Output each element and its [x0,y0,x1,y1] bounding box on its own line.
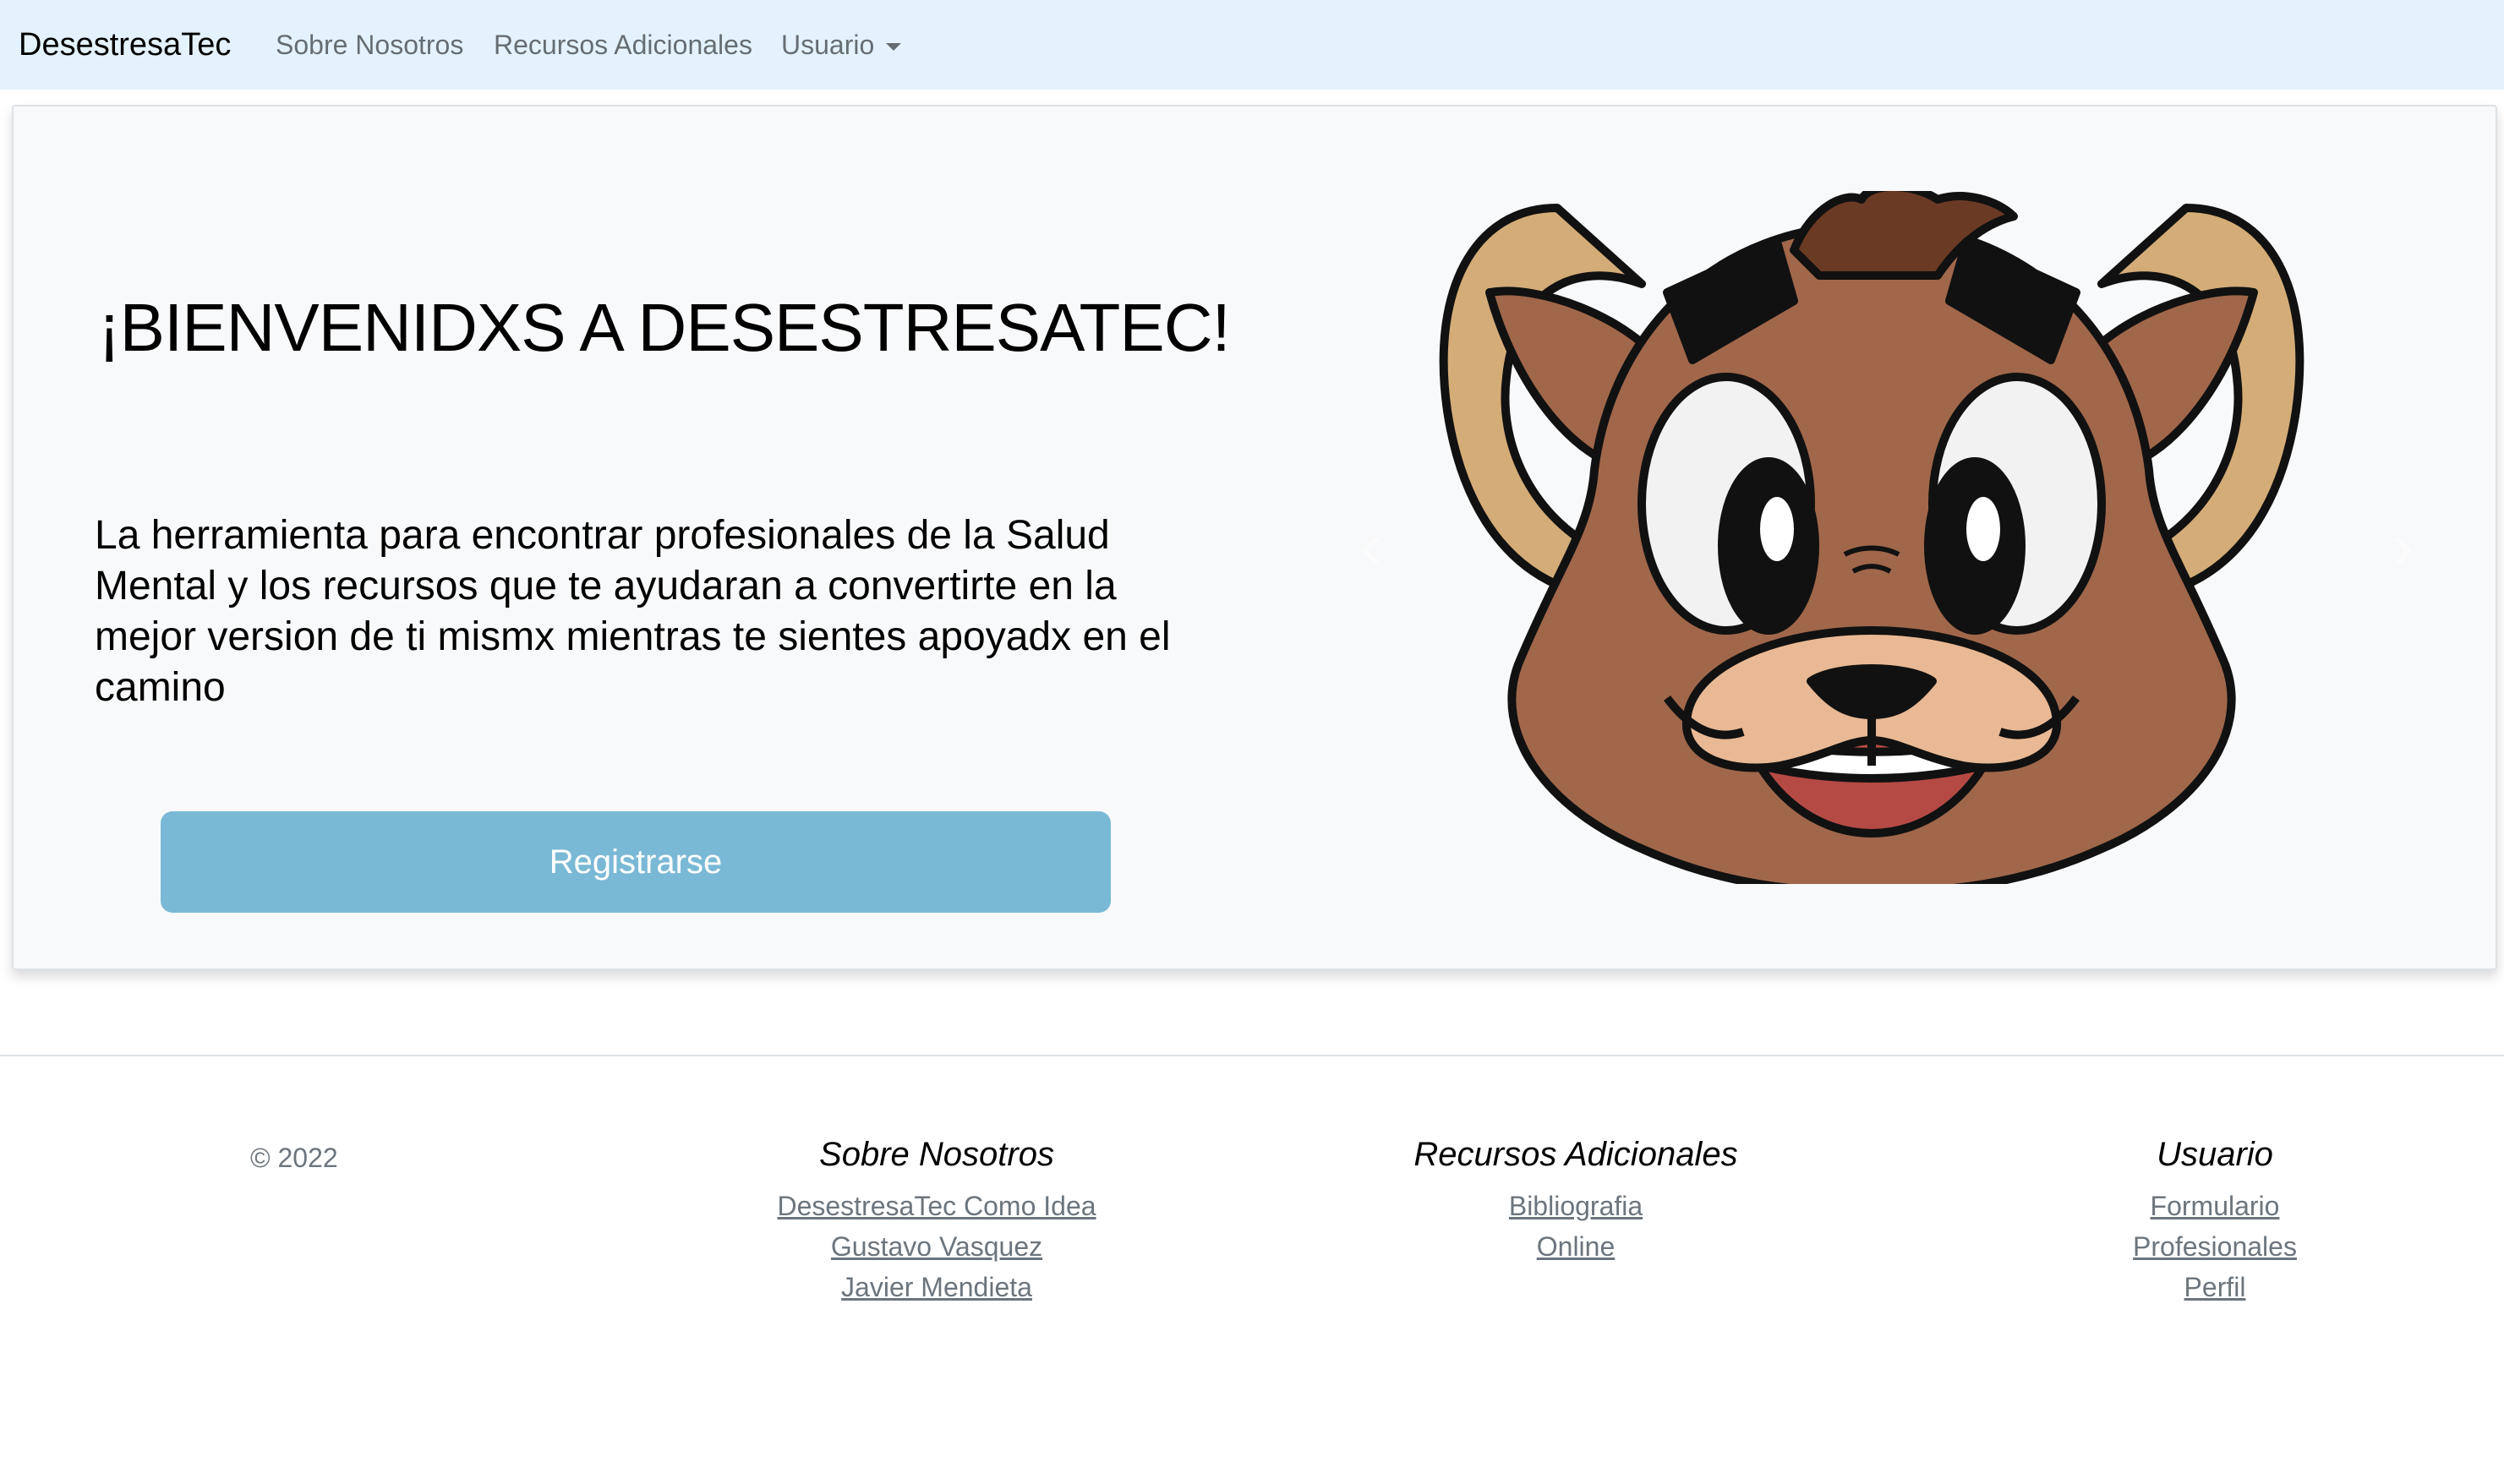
footer-link-perfil[interactable]: Perfil [1919,1267,2504,1307]
footer-divider [0,1055,2504,1056]
carousel-next-button[interactable]: › [2369,495,2436,597]
nav-link-recursos-adicionales[interactable]: Recursos Adicionales [494,0,752,90]
footer-column-sobre-nosotros: Sobre Nosotros DesestresaTec Como Idea G… [641,1136,1233,1307]
footer-link-formulario[interactable]: Formulario [1919,1186,2504,1226]
footer-link-online[interactable]: Online [1280,1226,1872,1267]
chevron-left-icon: ‹ [1359,508,1383,583]
footer-column-usuario: Usuario Formulario Profesionales Perfil [1919,1136,2504,1307]
nav-dropdown-usuario-label: Usuario [781,29,875,60]
copyright-text: © 2022 [250,1143,338,1173]
hero-title: ¡BIENVENIDXS A DESESTRESATEC! [98,290,1231,365]
footer-link-gustavo-vasquez[interactable]: Gustavo Vasquez [641,1226,1233,1267]
navbar-brand[interactable]: DesestresaTec [19,0,231,90]
ram-mascot-image [1439,191,2304,884]
nav-dropdown-usuario[interactable]: Usuario [781,0,902,90]
navbar: DesestresaTec Sobre Nosotros Recursos Ad… [0,0,2504,90]
footer-link-profesionales[interactable]: Profesionales [1919,1226,2504,1267]
caret-down-icon [886,42,902,51]
hero-description: La herramienta para encontrar profesiona… [95,513,1171,710]
image-carousel: ‹ › [1337,191,2436,901]
footer-column-title: Sobre Nosotros [819,1136,1054,1173]
footer-link-desestresatec-como-idea[interactable]: DesestresaTec Como Idea [641,1186,1233,1226]
footer-column-title: Usuario [2157,1136,2273,1173]
footer-link-javier-mendieta[interactable]: Javier Mendieta [641,1267,1233,1307]
nav-link-sobre-nosotros[interactable]: Sobre Nosotros [276,0,463,90]
footer-column-title: Recursos Adicionales [1413,1136,1738,1173]
register-button[interactable]: Registrarse [161,811,1111,913]
chevron-right-icon: › [2391,508,2414,583]
footer-column-recursos-adicionales: Recursos Adicionales Bibliografia Online [1280,1136,1872,1267]
hero-jumbotron: ¡BIENVENIDXS A DESESTRESATEC! La herrami… [12,105,2497,970]
footer-link-bibliografia[interactable]: Bibliografia [1280,1186,1872,1226]
carousel-prev-button[interactable]: ‹ [1337,495,1405,597]
